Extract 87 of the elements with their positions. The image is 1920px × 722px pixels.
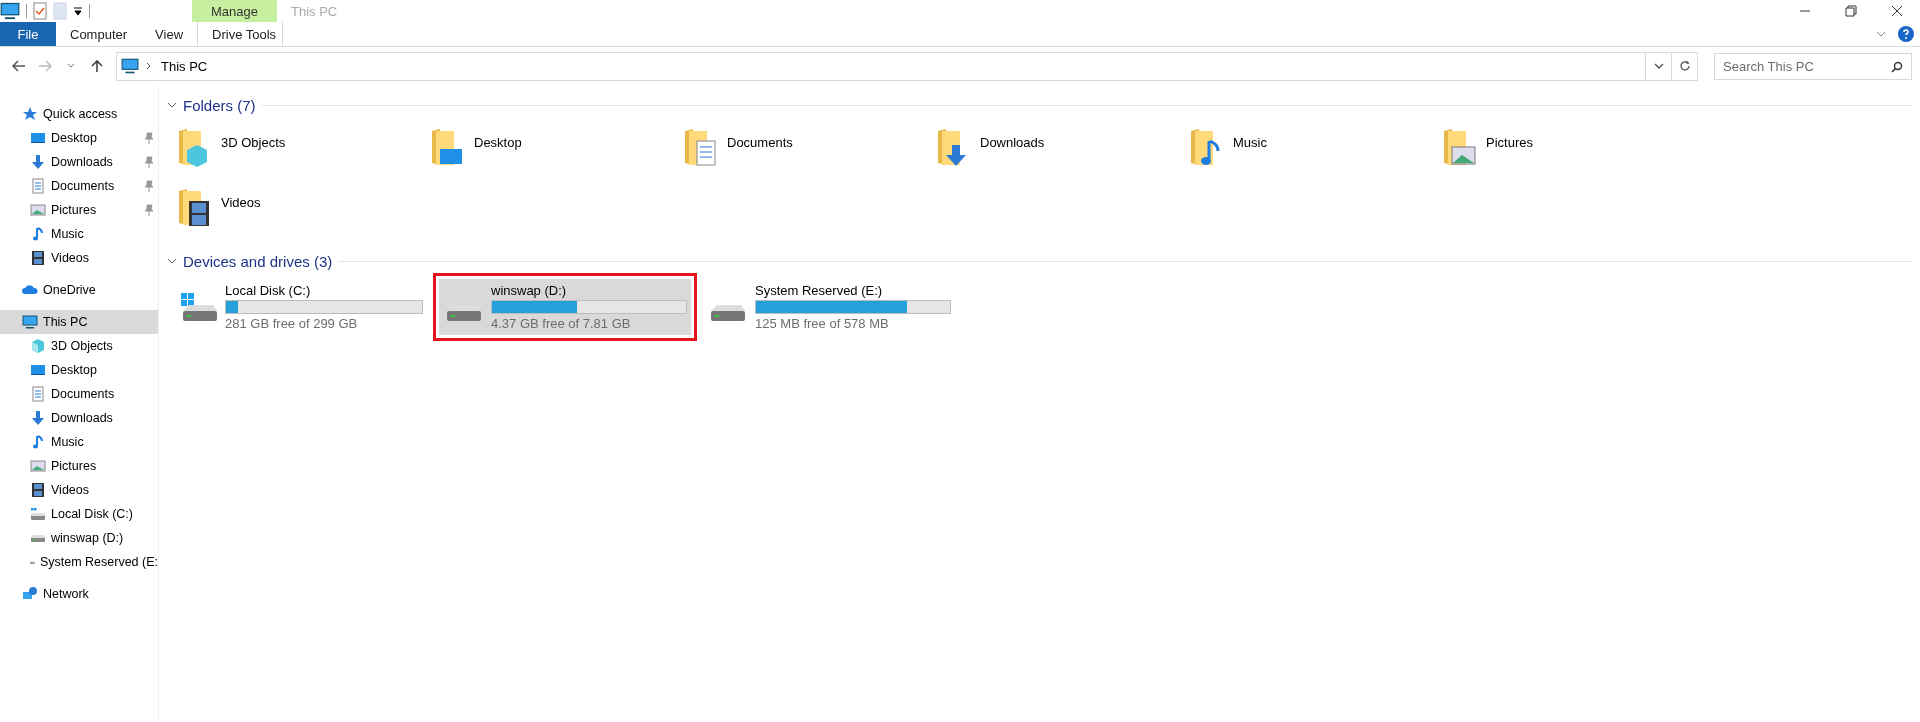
help-icon[interactable] (1898, 26, 1914, 42)
monitor-icon (30, 130, 46, 146)
chevron-down-icon (1653, 63, 1664, 69)
search-field[interactable]: Search This PC (1714, 52, 1912, 80)
sidebar-item[interactable]: Pictures (0, 454, 158, 478)
film-icon (30, 482, 46, 498)
sidebar-item[interactable]: 3D Objects (0, 334, 158, 358)
context-tab-group: Manage (192, 0, 277, 22)
expand-ribbon-icon[interactable] (1876, 30, 1886, 38)
chevron-down-icon (67, 63, 75, 69)
ribbon-tab[interactable]: File (0, 22, 56, 46)
down-arrow-icon (30, 410, 46, 426)
cube-icon (30, 338, 46, 354)
picture-icon (30, 202, 46, 218)
drive-icon (711, 305, 745, 321)
sidebar-item[interactable]: Desktop (0, 126, 158, 150)
computer-icon (0, 1, 20, 21)
sidebar-item[interactable]: Downloads (0, 150, 158, 174)
properties-icon[interactable] (33, 2, 47, 20)
document-icon (30, 386, 46, 402)
drive-icon (30, 534, 46, 542)
drive-icon (30, 506, 46, 522)
sidebar-item[interactable]: Documents (0, 382, 158, 406)
window-title: This PC (290, 2, 339, 21)
drive-icon (181, 293, 217, 321)
free-space-text: 281 GB free of 299 GB (225, 316, 359, 331)
folder-name[interactable]: Documents (727, 127, 793, 150)
drive-name: winswap (D:) (491, 283, 568, 298)
refresh-icon (1678, 60, 1691, 72)
drive-icon (30, 558, 35, 566)
drive-name: Local Disk (C:) (225, 283, 312, 298)
forward-arrow-icon (38, 60, 52, 72)
ribbon-tab[interactable]: Drive Tools (197, 22, 284, 46)
drive-name: System Reserved (E:) (755, 283, 884, 298)
search-icon (1891, 60, 1903, 73)
music-note-icon (30, 434, 46, 450)
sidebar-item[interactable]: System Reserved (E: (0, 550, 158, 574)
music-note-icon (30, 226, 46, 242)
folder-name[interactable]: Desktop (474, 127, 522, 150)
drive-tile[interactable]: System Reserved (E:) 125 MB free of 578 MB (703, 279, 955, 335)
sidebar-item[interactable]: Desktop (0, 358, 158, 382)
breadcrumb[interactable]: This PC (153, 58, 1645, 74)
chevron-down-icon[interactable] (167, 256, 177, 266)
folder-icon (430, 127, 464, 167)
back-arrow-icon (12, 60, 26, 72)
sidebar-item[interactable]: Pictures (0, 198, 158, 222)
sidebar-item[interactable]: OneDrive (0, 278, 158, 302)
star-icon (22, 106, 38, 122)
sidebar-item[interactable]: Downloads (0, 406, 158, 430)
computer-icon (22, 314, 38, 330)
folder-name[interactable]: Pictures (1486, 127, 1533, 150)
chevron-down-icon[interactable] (167, 100, 177, 110)
close-icon (1891, 5, 1903, 17)
folder-name[interactable]: 3D Objects (221, 127, 286, 150)
monitor-icon (30, 362, 46, 378)
folder-name[interactable]: Music (1233, 127, 1267, 150)
group-header[interactable]: Folders (7) (183, 96, 256, 114)
sidebar-item[interactable]: Local Disk (C:) (0, 502, 158, 526)
document-icon (30, 178, 46, 194)
sidebar-item[interactable]: Quick access (0, 102, 158, 126)
network-icon (22, 586, 38, 602)
sidebar-item[interactable]: Documents (0, 174, 158, 198)
computer-icon (121, 57, 139, 75)
restore-icon (1845, 5, 1857, 17)
group-header[interactable]: Devices and drives (3) (183, 252, 333, 270)
film-icon (30, 250, 46, 266)
sidebar-item[interactable]: Music (0, 222, 158, 246)
folder-icon (683, 127, 717, 167)
sidebar-item[interactable]: This PC (0, 310, 158, 334)
sidebar-item[interactable]: Network (0, 582, 158, 606)
folder-name[interactable]: Videos (221, 187, 261, 210)
down-arrow-icon (30, 154, 46, 170)
customize-toolbar-icon[interactable] (73, 6, 83, 16)
up-arrow-icon (91, 59, 103, 73)
picture-icon (30, 458, 46, 474)
sidebar-item[interactable]: Videos (0, 246, 158, 270)
address-bar[interactable]: This PC (116, 51, 1698, 81)
sidebar-item[interactable]: Music (0, 430, 158, 454)
sidebar-item[interactable]: Videos (0, 478, 158, 502)
drive-tile[interactable]: Local Disk (C:) 281 GB free of 299 GB (175, 279, 427, 335)
folder-icon (177, 187, 211, 227)
folder-icon (1442, 127, 1476, 167)
chevron-right-icon (145, 62, 153, 70)
sidebar-item[interactable]: winswap (D:) (0, 526, 158, 550)
free-space-text: 125 MB free of 578 MB (755, 316, 890, 331)
free-space-text: 4.37 GB free of 7.81 GB (491, 316, 632, 331)
folder-name[interactable]: Downloads (980, 127, 1045, 150)
